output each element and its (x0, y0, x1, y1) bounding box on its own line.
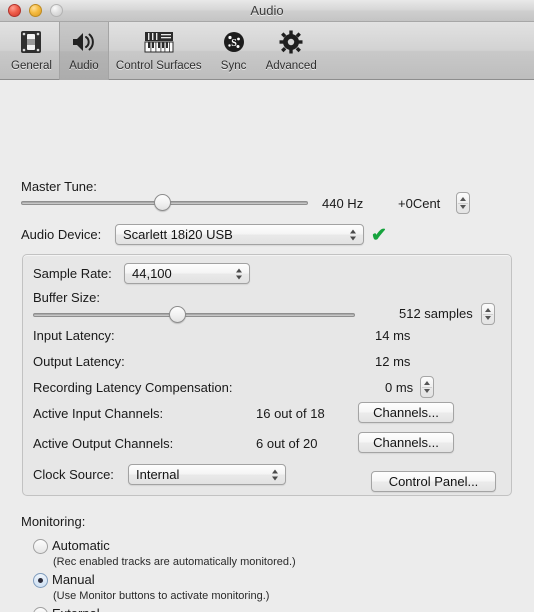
sync-circle-icon: S (216, 26, 252, 58)
tab-general-label: General (11, 60, 52, 72)
buffer-size-slider[interactable] (33, 306, 355, 324)
tab-audio-label: Audio (69, 60, 99, 72)
radio-monitoring-manual-label: Manual (52, 572, 95, 587)
output-latency-value: 12 ms (375, 354, 411, 369)
green-checkmark-icon: ✔ (371, 225, 387, 246)
input-latency-label: Input Latency: (33, 328, 115, 343)
output-latency-label: Output Latency: (33, 354, 125, 369)
active-input-channels-value: 16 out of 18 (256, 406, 325, 421)
tab-general[interactable]: General (4, 22, 59, 80)
general-slider-icon (13, 26, 49, 58)
midi-keyboard-icon (141, 26, 177, 58)
clock-source-value: Internal (136, 467, 180, 482)
radio-monitoring-manual[interactable] (33, 573, 48, 588)
radio-monitoring-external-label: External (52, 606, 100, 612)
chevron-updown-icon (235, 266, 244, 281)
buffer-size-slider-thumb[interactable] (169, 306, 186, 323)
master-tune-hz-value: 440 Hz (322, 196, 364, 211)
master-tune-slider-thumb[interactable] (154, 194, 171, 211)
radio-monitoring-automatic[interactable] (33, 539, 48, 554)
audio-device-label: Audio Device: (21, 227, 102, 242)
audio-device-value: Scarlett 18i20 USB (123, 227, 233, 242)
svg-text:S: S (231, 38, 237, 49)
input-latency-value: 14 ms (375, 328, 411, 343)
window-title: Audio (250, 3, 284, 18)
master-tune-label: Master Tune: (21, 179, 97, 194)
master-tune-cent-value: +0Cent (398, 196, 441, 211)
tab-advanced[interactable]: Advanced (259, 22, 324, 80)
chevron-updown-icon (349, 227, 358, 242)
control-panel-button[interactable]: Control Panel... (371, 471, 496, 492)
speaker-icon (66, 26, 102, 58)
stepper-up-icon[interactable] (484, 308, 491, 312)
clock-source-popup[interactable]: Internal (128, 464, 286, 485)
audio-device-popup[interactable]: Scarlett 18i20 USB (115, 224, 364, 245)
chevron-updown-icon (271, 467, 280, 482)
recording-latency-stepper[interactable] (420, 376, 434, 398)
monitoring-label: Monitoring: (21, 514, 86, 529)
active-input-channels-label: Active Input Channels: (33, 406, 164, 421)
preferences-toolbar: General Audio Control Surfaces S Sync Ad… (0, 22, 534, 80)
sample-rate-popup[interactable]: 44,100 (124, 263, 250, 284)
master-tune-stepper[interactable] (456, 192, 470, 214)
clock-source-label: Clock Source: (33, 467, 114, 482)
radio-monitoring-automatic-label: Automatic (52, 538, 110, 553)
sample-rate-value: 44,100 (132, 266, 172, 281)
buffer-size-label: Buffer Size: (33, 290, 100, 305)
audio-preferences-window: Audio General Audio Control Surfaces S S… (0, 0, 534, 612)
stepper-up-icon[interactable] (459, 197, 466, 201)
audio-settings-content: Master Tune: 440 Hz +0Cent Audio Device:… (0, 80, 534, 612)
sample-rate-label: Sample Rate: (33, 266, 112, 281)
radio-monitoring-external[interactable] (33, 607, 48, 612)
tab-advanced-label: Advanced (265, 60, 317, 72)
stepper-down-icon[interactable] (423, 389, 430, 393)
buffer-size-stepper[interactable] (481, 303, 495, 325)
buffer-size-slider-track (33, 313, 355, 317)
tab-control-surfaces[interactable]: Control Surfaces (109, 22, 209, 80)
window-titlebar: Audio (0, 0, 534, 22)
tab-sync[interactable]: S Sync (209, 22, 259, 80)
tab-control-surfaces-label: Control Surfaces (115, 60, 202, 72)
recording-latency-label: Recording Latency Compensation: (33, 380, 233, 395)
input-channels-button[interactable]: Channels... (358, 402, 454, 423)
radio-monitoring-manual-description: (Use Monitor buttons to activate monitor… (53, 590, 270, 602)
output-channels-button[interactable]: Channels... (358, 432, 454, 453)
master-tune-slider[interactable] (21, 194, 308, 212)
active-output-channels-value: 6 out of 20 (256, 436, 318, 451)
tab-sync-label: Sync (220, 60, 247, 72)
stepper-down-icon[interactable] (484, 316, 491, 320)
tab-audio[interactable]: Audio (58, 22, 109, 80)
gear-icon (273, 26, 309, 58)
stepper-down-icon[interactable] (459, 205, 466, 209)
stepper-up-icon[interactable] (423, 381, 430, 385)
active-output-channels-label: Active Output Channels: (33, 436, 174, 451)
recording-latency-value: 0 ms (385, 380, 414, 395)
buffer-size-value: 512 samples (399, 306, 473, 321)
radio-monitoring-automatic-description: (Rec enabled tracks are automatically mo… (53, 556, 296, 568)
